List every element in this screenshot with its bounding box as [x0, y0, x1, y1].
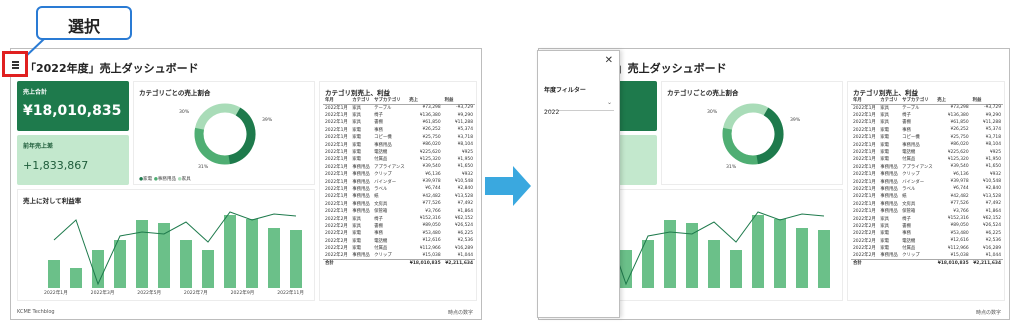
table-row: 2022年1月 事務用品 バインダー ¥39,978 ¥10,548 [853, 179, 1001, 185]
donut-legend: ●家電 ●事務用品 ●家具 [139, 177, 191, 182]
table-row: 2022年1月 事務用品 クリップ ¥6,136 ¥932 [853, 171, 1001, 178]
table-row: 2022年2月 家電 付属品 ¥112,966 ¥16,289 [853, 245, 1001, 252]
category-table: 年月 カテゴリ サブカテゴリ 売上 利益 2022年1月 家具 テーブル ¥73,298 -¥3… [323, 96, 475, 267]
year-dropdown[interactable]: 2022 ⌄ [544, 99, 614, 116]
dashboard-left: 「2022年度」売上ダッシュボード 売上合計 ¥18,010,835 前年売上差… [10, 48, 482, 320]
sales-total-value: ¥18,010,835 [23, 103, 122, 119]
footer-left: KCME Techblog [17, 309, 55, 315]
table-row: 2022年1月 家具 椅子 ¥136,380 ¥9,290 [325, 112, 473, 119]
donut-label-kagu: 30% [179, 110, 190, 115]
table-row: 2022年1月 家電 事務用品 ¥86,020 ¥8,104 [325, 142, 473, 148]
table-row: 2022年1月 家電 事務 ¥26,252 ¥5,374 [325, 127, 473, 133]
table-row: 2022年1月 家電 コピー機 ¥25,750 ¥3,718 [853, 134, 1001, 141]
sales-total-label: 売上合計 [23, 89, 48, 96]
category-table-right: 年月 カテゴリ サブカテゴリ 売上 利益 2022年1月 家具 テーブル ¥73,298 -¥3… [851, 96, 1003, 267]
table-row: 2022年1月 事務用品 文房具 ¥77,526 ¥7,492 [853, 201, 1001, 207]
table-row: 2022年1月 家具 書棚 ¥61,850 ¥11,288 [853, 119, 1001, 126]
table-row: 2022年1月 家電 事務用品 ¥86,020 ¥8,104 [853, 142, 1001, 148]
donut-panel: カテゴリごとの売上割合 30% 39% 31% ●家電 ●事務用品 ●家具 [133, 81, 315, 185]
table-row: 2022年1月 家電 電話機 ¥225,620 ¥925 [325, 149, 473, 156]
donut-label-jimu-right: 31% [726, 165, 737, 170]
table-row: 2022年2月 家具 書棚 ¥89,050 ¥26,524 [325, 223, 473, 229]
table-row: 2022年1月 事務用品 バインダー ¥39,978 ¥10,548 [325, 179, 473, 185]
filter-panel: ✕ 年度フィルター 2022 ⌄ [537, 50, 620, 318]
prev-sales-label: 前年売上差 [23, 143, 54, 150]
table-row: 2022年2月 家電 事務 ¥53,480 ¥6,225 [853, 230, 1001, 237]
table-row: 2022年1月 家電 事務 ¥26,252 ¥5,374 [853, 127, 1001, 133]
donut-label-kaden: 39% [262, 118, 273, 123]
table-row: 2022年2月 家具 椅子 ¥152,316 ¥62,152 [325, 216, 473, 222]
donut-chart [194, 103, 256, 165]
combo-panel: 売上に対して利益率 2022年1月 2022年3月 2022年5月 2022年7月 20… [17, 189, 315, 301]
table-row: 2022年2月 家具 書棚 ¥89,050 ¥26,524 [853, 223, 1001, 229]
combo-x-labels: 2022年1月 2022年3月 2022年5月 2022年7月 2022年9月 2022年… [44, 291, 304, 296]
table-row: 2022年1月 事務用品 ラベル ¥6,744 ¥2,840 [325, 186, 473, 192]
table-row: 2022年2月 家電 電話機 ¥12,616 ¥2,536 [853, 238, 1001, 244]
right-arrow-icon [485, 166, 531, 206]
table-row: 2022年1月 事務用品 アプライアンス ¥39,540 ¥1,650 [325, 164, 473, 170]
table-row: 2022年1月 事務用品 クリップ ¥6,136 ¥932 [325, 171, 473, 178]
chevron-down-icon: ⌄ [606, 99, 612, 106]
table-row: 2022年1月 事務用品紙 ¥42,482 ¥13,528 [325, 193, 473, 200]
table-row: 2022年1月 家具 書棚 ¥61,850 ¥11,288 [325, 119, 473, 126]
sales-total-card: 売上合計 ¥18,010,835 [17, 81, 129, 131]
table-row: 2022年2月 事務用品 クリップ ¥15,038 ¥1,044 [853, 252, 1001, 259]
filter-title: 年度フィルター [544, 87, 586, 94]
footer-right: 時点の数字 [447, 310, 473, 316]
prev-sales-card: 前年売上差 +1,833,867 [17, 135, 129, 185]
prev-sales-value: +1,833,867 [23, 159, 89, 172]
table-row: 2022年2月 家電 付属品 ¥112,966 ¥16,289 [325, 245, 473, 252]
donut-label-jimu: 31% [198, 165, 209, 170]
table-row: 2022年1月 家具 テーブル ¥73,298 -¥3,729 [853, 105, 1001, 111]
callout-label: 選択 [67, 17, 100, 36]
table-panel: カテゴリ別売上、利益 年月 カテゴリ サブカテゴリ 売上 利益 2022年1月 家具 テーブ… [319, 81, 477, 301]
table-row: 2022年1月 事務用品 ラベル ¥6,744 ¥2,840 [853, 186, 1001, 192]
menu-icon [12, 61, 19, 69]
table-panel-right: カテゴリ別売上、利益 年月 カテゴリ サブカテゴリ 売上 利益 2022年1月 家具 テーブ… [847, 81, 1005, 301]
table-row: 2022年1月 家具 椅子 ¥136,380 ¥9,290 [853, 112, 1001, 119]
table-row: 2022年2月 家電 事務 ¥53,480 ¥6,225 [325, 230, 473, 237]
donut-label-kagu-right: 30% [707, 110, 718, 115]
year-value: 2022 [544, 109, 560, 116]
donut-panel-right: カテゴリごとの売上割合 30% 39% 31% [661, 81, 843, 185]
table-total-row: 合計 ¥18,010,835 ¥2,211,634 [851, 258, 1003, 267]
dashboard-title: 「2022年度」売上ダッシュボード [25, 62, 199, 75]
callout-box: 選択 [36, 6, 132, 40]
table-row: 2022年1月 家電 付属品 ¥125,320 ¥1,950 [853, 156, 1001, 163]
table-row: 2022年1月 事務用品 文房具 ¥77,526 ¥7,492 [325, 201, 473, 207]
footer-right-2: 時点の数字 [975, 310, 1001, 316]
donut-label-kaden-right: 39% [790, 118, 801, 123]
table-row: 2022年2月 家電 電話機 ¥12,616 ¥2,536 [325, 238, 473, 244]
table-row: 2022年2月 家具 椅子 ¥152,316 ¥62,152 [853, 216, 1001, 222]
table-row: 2022年1月 家電 コピー機 ¥25,750 ¥3,718 [325, 134, 473, 141]
donut-chart-right [722, 103, 784, 165]
table-row: 2022年1月 家電 電話機 ¥225,620 ¥925 [853, 149, 1001, 156]
table-row: 2022年1月 事務用品 アプライアンス ¥39,540 ¥1,650 [853, 164, 1001, 170]
table-row: 2022年2月 事務用品 クリップ ¥15,038 ¥1,044 [325, 252, 473, 259]
table-row: 2022年1月 事務用品 保管箱 ¥3,766 ¥1,864 [325, 208, 473, 215]
table-row: 2022年1月 事務用品 保管箱 ¥3,766 ¥1,864 [853, 208, 1001, 215]
hamburger-button[interactable] [2, 51, 28, 77]
table-row: 2022年1月 事務用品紙 ¥42,482 ¥13,528 [853, 193, 1001, 200]
combo-chart [48, 211, 302, 288]
table-row: 2022年1月 家電 付属品 ¥125,320 ¥1,950 [325, 156, 473, 163]
close-icon[interactable]: ✕ [605, 55, 613, 66]
table-row: 2022年1月 家具 テーブル ¥73,298 -¥3,729 [325, 105, 473, 111]
table-total-row: 合計 ¥18,010,835 ¥2,211,634 [323, 258, 475, 267]
